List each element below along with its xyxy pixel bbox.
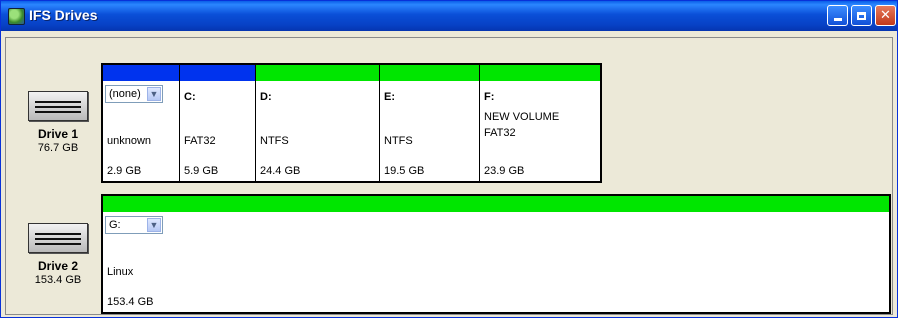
hard-drive-icon	[28, 91, 88, 121]
partition-e[interactable]: E: NTFS 19.5 GB	[380, 65, 480, 181]
maximize-icon	[857, 11, 866, 20]
partition-filesystem: Linux	[107, 266, 134, 278]
maximize-button[interactable]	[851, 5, 872, 26]
drive-2-partitions: G: ▼ Linux 153.4 GB	[101, 194, 891, 314]
partition-color-bar	[180, 65, 255, 81]
partition-filesystem: FAT32	[484, 127, 516, 139]
partition-color-bar	[103, 65, 179, 81]
ifs-drives-icon	[8, 8, 25, 25]
partition-filesystem: FAT32	[184, 135, 216, 147]
partition-size: 2.9 GB	[107, 165, 142, 177]
partition-size: 24.4 GB	[260, 165, 301, 177]
partition-volume-label: NEW VOLUME	[484, 111, 560, 123]
drive-2-size: 153.4 GB	[34, 274, 82, 286]
partition-letter: C:	[184, 91, 196, 103]
hard-drive-icon	[28, 223, 88, 253]
partition-filesystem: unknown	[107, 135, 152, 147]
close-icon: ✕	[880, 8, 891, 23]
partition-g[interactable]: G: ▼ Linux 153.4 GB	[103, 196, 889, 312]
partition-c[interactable]: C: FAT32 5.9 GB	[180, 65, 256, 181]
title-bar[interactable]: IFS Drives ✕	[1, 1, 897, 31]
partition-filesystem: NTFS	[384, 135, 413, 147]
partition-size: 5.9 GB	[184, 165, 219, 177]
partition-letter: D:	[260, 91, 272, 103]
chevron-down-icon: ▼	[147, 218, 161, 232]
partition-color-bar	[380, 65, 479, 81]
ifs-drives-window: IFS Drives ✕ Drive 1 76.7 GB (none) ▼ un…	[0, 0, 898, 318]
partition-size: 19.5 GB	[384, 165, 425, 177]
drives-panel: Drive 1 76.7 GB (none) ▼ unknown 2.9 GB …	[5, 37, 893, 315]
chevron-down-icon: ▼	[147, 87, 161, 101]
partition-d[interactable]: D: NTFS 24.4 GB	[256, 65, 380, 181]
partition-color-bar	[480, 65, 600, 81]
drive-1-name: Drive 1	[37, 127, 79, 141]
drive-2-name: Drive 2	[37, 259, 79, 273]
drive-letter-dropdown[interactable]: (none) ▼	[105, 85, 163, 103]
minimize-icon	[833, 18, 842, 21]
partition-filesystem: NTFS	[260, 135, 289, 147]
partition-color-bar	[256, 65, 379, 81]
partition-unallocated[interactable]: (none) ▼ unknown 2.9 GB	[103, 65, 180, 181]
partition-color-bar	[103, 196, 889, 212]
drive-1-partitions: (none) ▼ unknown 2.9 GB C: FAT32 5.9 GB …	[101, 63, 602, 183]
minimize-button[interactable]	[827, 5, 848, 26]
close-button[interactable]: ✕	[875, 5, 896, 26]
partition-size: 153.4 GB	[107, 296, 154, 308]
partition-letter: E:	[384, 91, 395, 103]
partition-letter: F:	[484, 91, 495, 103]
partition-f[interactable]: F: NEW VOLUME FAT32 23.9 GB	[480, 65, 600, 181]
window-title: IFS Drives	[29, 7, 98, 23]
partition-size: 23.9 GB	[484, 165, 525, 177]
drive-letter-dropdown[interactable]: G: ▼	[105, 216, 163, 234]
drive-1-size: 76.7 GB	[37, 142, 79, 154]
